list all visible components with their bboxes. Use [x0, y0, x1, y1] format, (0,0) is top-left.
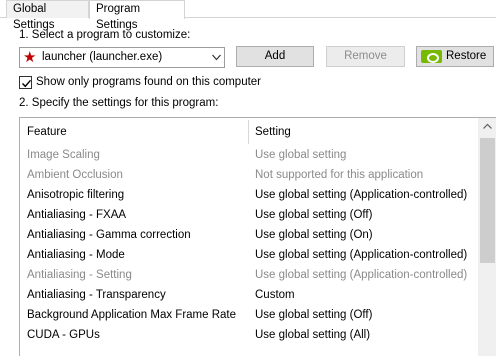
table-row[interactable]: Antialiasing - FXAA Use global setting (O… — [20, 205, 478, 225]
table-row[interactable]: Anisotropic filtering Use global setting … — [20, 185, 478, 205]
scroll-up-arrow-icon[interactable] — [478, 118, 496, 135]
column-header-setting[interactable]: Setting — [255, 126, 291, 138]
tab-global-settings[interactable]: Global Settings — [6, 0, 89, 31]
setting-cell[interactable]: Custom — [255, 285, 295, 305]
show-only-found-checkbox[interactable] — [19, 76, 32, 89]
setting-cell[interactable]: Use global setting (Application-controll… — [255, 265, 467, 285]
vertical-scrollbar[interactable] — [478, 118, 496, 356]
program-select[interactable]: ★ launcher (launcher.exe) — [19, 47, 225, 68]
table-row[interactable]: Antialiasing - Gamma correction Use globa… — [20, 225, 478, 245]
feature-cell: Ambient Occlusion — [27, 169, 123, 181]
feature-cell: Antialiasing - Transparency — [27, 289, 166, 301]
table-header: Feature Setting — [20, 118, 478, 145]
show-only-found-label: Show only programs found on this compute… — [36, 76, 262, 88]
settings-table: Feature Setting Image Scaling Use global … — [19, 117, 496, 356]
specify-settings-label: 2. Specify the settings for this program… — [19, 97, 219, 109]
feature-cell: Antialiasing - Gamma correction — [27, 229, 191, 241]
table-row[interactable]: Ambient Occlusion Not supported for this … — [20, 165, 478, 185]
setting-cell[interactable]: Use global setting (Off) — [255, 205, 372, 225]
restore-label: Restore — [446, 50, 487, 62]
feature-cell: Image Scaling — [27, 149, 100, 161]
feature-cell: Background Application Max Frame Rate — [27, 309, 237, 321]
column-divider[interactable] — [248, 120, 249, 144]
table-row[interactable]: Antialiasing - Mode Use global setting (A… — [20, 245, 478, 265]
setting-cell[interactable]: Use global setting (All) — [255, 325, 370, 345]
table-row[interactable]: Antialiasing - Transparency Custom — [20, 285, 478, 305]
setting-cell[interactable]: Use global setting (Application-controll… — [255, 185, 467, 205]
table-row[interactable]: Antialiasing - Setting Use global setting… — [20, 265, 478, 285]
table-row[interactable]: CUDA - GPUs Use global setting (All) — [20, 325, 478, 345]
setting-cell[interactable]: Not supported for this application — [255, 165, 423, 185]
feature-cell: Antialiasing - FXAA — [27, 209, 127, 221]
setting-cell[interactable]: Use global setting (Application-controll… — [255, 245, 467, 265]
checkmark-icon — [22, 79, 32, 88]
column-header-feature[interactable]: Feature — [27, 126, 67, 138]
table-row[interactable]: Background Application Max Frame Rate Use… — [20, 305, 478, 325]
select-program-label: 1. Select a program to customize: — [19, 29, 191, 41]
scrollbar-thumb[interactable] — [480, 138, 495, 263]
feature-cell: Anisotropic filtering — [27, 189, 125, 201]
table-rows: Image Scaling Use global setting Ambient O… — [20, 145, 478, 345]
add-button[interactable]: Add — [236, 46, 314, 67]
restore-button[interactable]: Restore — [416, 46, 494, 67]
nvidia-logo-icon — [421, 50, 442, 63]
setting-cell[interactable]: Use global setting (Off) — [255, 305, 372, 325]
feature-cell: Antialiasing - Setting — [27, 269, 132, 281]
tab-strip: Global Settings Program Settings — [0, 0, 496, 31]
table-row[interactable]: Image Scaling Use global setting — [20, 145, 478, 165]
remove-button[interactable]: Remove — [326, 46, 405, 67]
star-icon: ★ — [23, 49, 37, 66]
chevron-down-icon — [212, 54, 221, 61]
feature-cell: CUDA - GPUs — [27, 329, 100, 341]
program-select-value: launcher (launcher.exe) — [42, 51, 163, 63]
tab-program-settings[interactable]: Program Settings — [89, 0, 185, 31]
setting-cell[interactable]: Use global setting — [255, 145, 346, 165]
setting-cell[interactable]: Use global setting (On) — [255, 225, 373, 245]
feature-cell: Antialiasing - Mode — [27, 249, 125, 261]
